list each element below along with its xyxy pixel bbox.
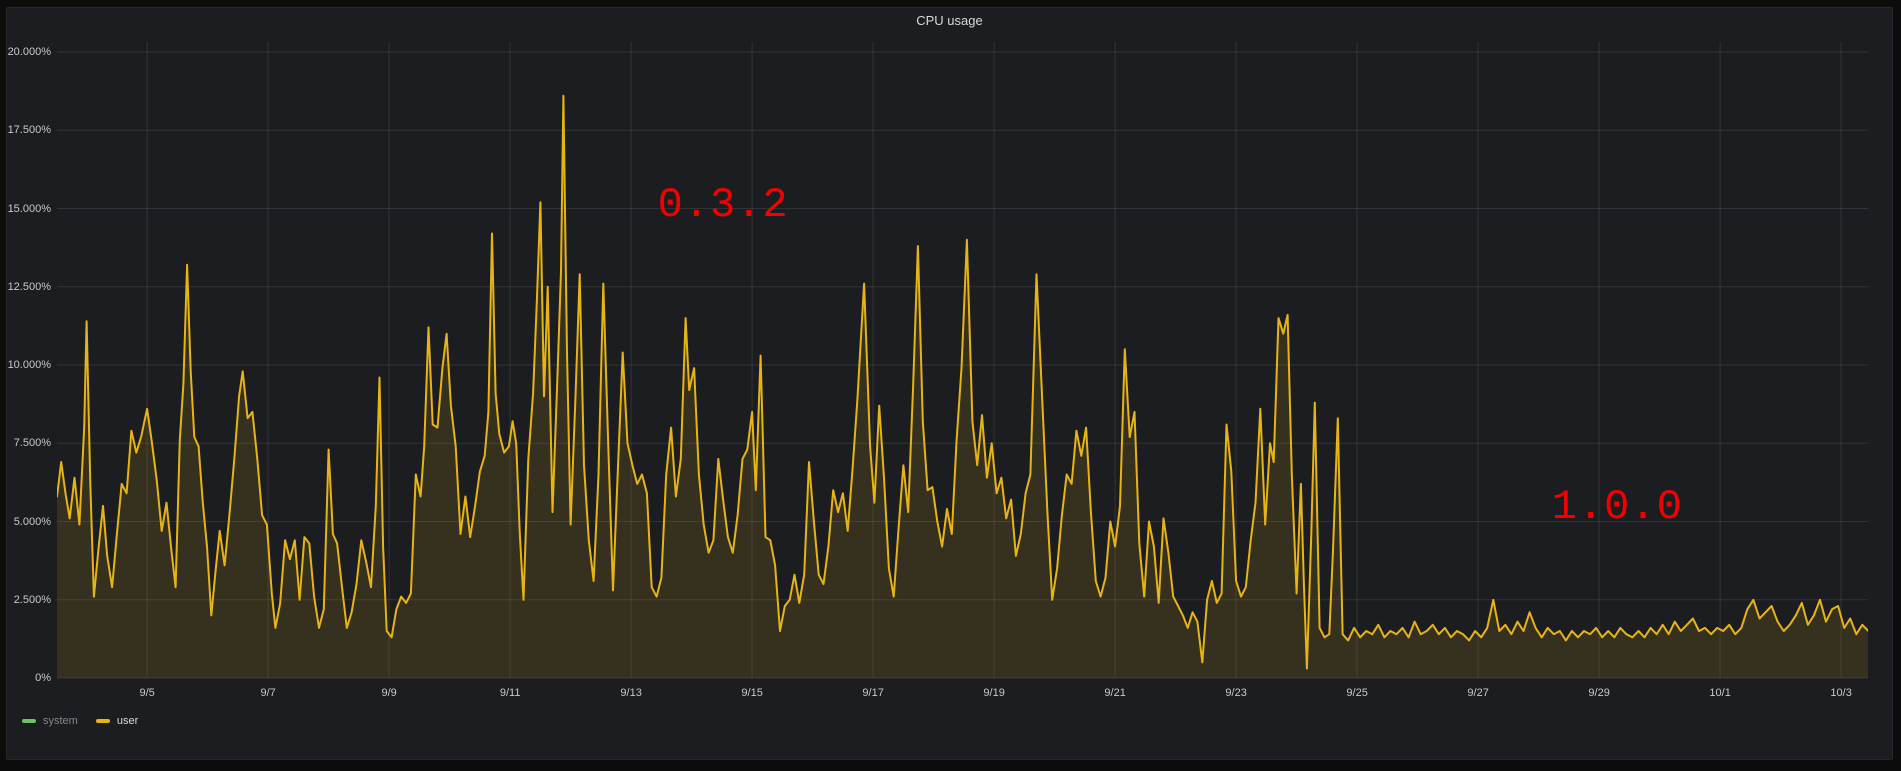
legend-item-system[interactable]: system: [22, 714, 78, 728]
release-annotation-1.0.0: 1.0.0: [1552, 483, 1683, 531]
system-series-swatch: [22, 719, 36, 723]
legend-label-user: user: [117, 714, 138, 728]
legend-label-system: system: [43, 714, 78, 728]
panel-title[interactable]: CPU usage: [6, 7, 1893, 35]
release-annotation-0.3.2: 0.3.2: [658, 181, 789, 229]
legend-item-user[interactable]: user: [96, 714, 138, 728]
user-series-swatch: [96, 719, 110, 723]
release-annotations: 0.3.2 1.0.0: [0, 0, 1901, 771]
legend: system user: [22, 714, 138, 728]
page: CPU usage 20.000%17.500%15.000%12.500%10…: [0, 0, 1901, 771]
